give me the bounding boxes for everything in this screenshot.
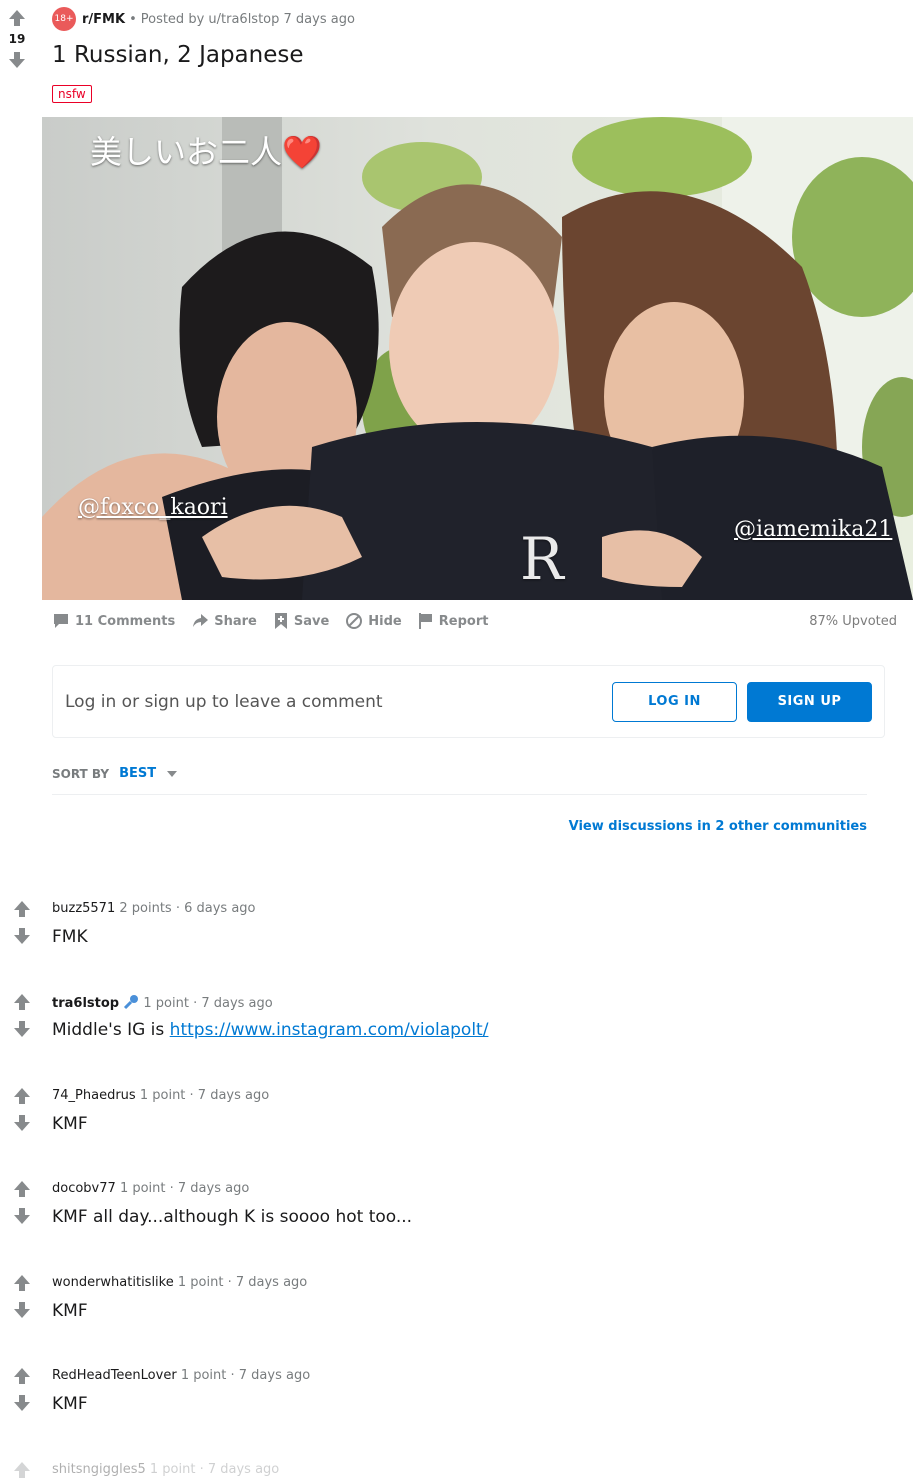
- subreddit-name[interactable]: r/FMK: [82, 12, 125, 27]
- hide-button[interactable]: Hide: [345, 612, 402, 630]
- comment-author[interactable]: tra6lstop: [52, 996, 119, 1011]
- comment-body-text: Middle's IG is: [52, 1020, 170, 1040]
- sort-control[interactable]: SORT BY BEST: [52, 766, 178, 781]
- comment-body: KMF: [52, 1394, 88, 1414]
- comment-author[interactable]: RedHeadTeenLover: [52, 1368, 177, 1383]
- comment-author[interactable]: 74_Phaedrus: [52, 1088, 136, 1103]
- comment-meta: 74_Phaedrus 1 point · 7 days ago: [52, 1088, 269, 1103]
- chevron-down-icon[interactable]: [166, 770, 178, 778]
- login-prompt-text: Log in or sign up to leave a comment: [65, 691, 383, 712]
- upvote-icon[interactable]: [12, 899, 32, 919]
- comment-points-time: 1 point · 7 days ago: [139, 1088, 270, 1103]
- hide-label: Hide: [368, 613, 402, 629]
- comment-body: KMF all day...although K is soooo hot to…: [52, 1207, 413, 1227]
- comment-points-time: 1 point · 7 days ago: [177, 1275, 308, 1290]
- share-label: Share: [214, 613, 257, 629]
- sort-value[interactable]: BEST: [119, 766, 156, 781]
- share-icon: [193, 614, 209, 627]
- comment-meta: buzz5571 2 points · 6 days ago: [52, 901, 256, 916]
- upvote-ratio: 87% Upvoted: [809, 613, 897, 629]
- comment-author[interactable]: shitsngiggles5: [52, 1462, 146, 1477]
- separator-dot: •: [129, 11, 137, 27]
- save-label: Save: [293, 613, 330, 629]
- report-button[interactable]: Report: [418, 612, 489, 630]
- downvote-icon[interactable]: [7, 50, 27, 70]
- comment-points-time: 1 point · 7 days ago: [143, 996, 273, 1011]
- upvote-icon[interactable]: [12, 1179, 32, 1199]
- comment-icon: [54, 614, 68, 628]
- report-label: Report: [438, 613, 489, 629]
- image-caption-top: 美しいお二人❤️: [90, 133, 322, 171]
- comment-meta: wonderwhatitislike 1 point · 7 days ago: [52, 1275, 307, 1290]
- comment-votes: [12, 1460, 32, 1478]
- save-button[interactable]: Save: [273, 612, 329, 630]
- downvote-icon[interactable]: [12, 1300, 32, 1320]
- downvote-icon[interactable]: [12, 1019, 32, 1039]
- comment-votes: [12, 992, 32, 1046]
- image-caption-right: @iamemika21: [734, 517, 893, 542]
- view-discussions-link[interactable]: View discussions in 2 other communities: [569, 819, 867, 834]
- image-caption-left: @foxco_kaori: [78, 495, 228, 520]
- subreddit-icon[interactable]: 18+: [52, 7, 76, 31]
- sort-label: SORT BY: [52, 766, 110, 781]
- comment-meta: docobv77 1 point · 7 days ago: [52, 1181, 249, 1196]
- post-image[interactable]: 美しいお二人❤️ @foxco_kaori @iamemika21 R: [42, 117, 913, 600]
- post-score: 19: [8, 32, 26, 46]
- comments-label: 11 Comments: [75, 613, 176, 629]
- downvote-icon[interactable]: [12, 1206, 32, 1226]
- share-button[interactable]: Share: [191, 612, 257, 630]
- comment-votes: [12, 1179, 32, 1233]
- upvote-icon[interactable]: [12, 1273, 32, 1293]
- upvote-icon[interactable]: [12, 1086, 32, 1106]
- upvote-icon[interactable]: [12, 1366, 32, 1386]
- sign-up-button[interactable]: SIGN UP: [747, 681, 872, 722]
- hide-icon: [346, 613, 363, 629]
- microphone-icon: [124, 995, 139, 1010]
- post-title[interactable]: 1 Russian, 2 Japanese: [52, 42, 304, 68]
- comments-button[interactable]: 11 Comments: [52, 612, 175, 630]
- comment-body: KMF: [52, 1301, 88, 1321]
- comment-votes: [12, 1273, 32, 1327]
- upvote-icon[interactable]: [7, 8, 27, 28]
- comment-meta: tra6lstop 1 point · 7 days ago: [52, 994, 273, 1011]
- comment-author[interactable]: wonderwhatitislike: [52, 1275, 174, 1290]
- downvote-icon[interactable]: [12, 1393, 32, 1413]
- nsfw-tag: nsfw: [52, 85, 92, 103]
- upvote-icon[interactable]: [12, 992, 32, 1012]
- posted-by: Posted by u/tra6lstop 7 days ago: [140, 11, 355, 27]
- comment-meta: shitsngiggles5 1 point · 7 days ago: [52, 1462, 279, 1477]
- downvote-icon[interactable]: [12, 1113, 32, 1133]
- comment-votes: [12, 1366, 32, 1420]
- comment-author[interactable]: buzz5571: [52, 901, 115, 916]
- comment-points-time: 1 point · 7 days ago: [180, 1368, 311, 1383]
- comment-points-time: 1 point · 7 days ago: [119, 1181, 250, 1196]
- divider: [52, 794, 867, 795]
- log-in-button[interactable]: LOG IN: [612, 681, 737, 722]
- comment-votes: [12, 1086, 32, 1140]
- comment-points-time: 2 points · 6 days ago: [119, 901, 256, 916]
- downvote-icon[interactable]: [12, 926, 32, 946]
- comment-body: FMK: [52, 927, 88, 947]
- instagram-link[interactable]: https://www.instagram.com/violapolt/: [170, 1020, 489, 1040]
- post-actions-bar: 11 Comments Share Save Hide Report 87% U…: [52, 612, 897, 630]
- comment-author[interactable]: docobv77: [52, 1181, 116, 1196]
- post-header: 18+ r/FMK • Posted by u/tra6lstop 7 days…: [52, 7, 355, 31]
- comment-body: KMF: [52, 1114, 88, 1134]
- flag-icon: [418, 613, 432, 629]
- comment-votes: [12, 899, 32, 953]
- shirt-letter: R: [520, 525, 564, 593]
- comment-body: Middle's IG is https://www.instagram.com…: [52, 1020, 488, 1040]
- post-vote-column: 19: [4, 8, 30, 70]
- comment-meta: RedHeadTeenLover 1 point · 7 days ago: [52, 1368, 310, 1383]
- upvote-icon[interactable]: [12, 1460, 32, 1478]
- comment-points-time: 1 point · 7 days ago: [149, 1462, 280, 1477]
- bookmark-icon: [274, 613, 287, 629]
- login-prompt-box: Log in or sign up to leave a comment LOG…: [52, 665, 885, 738]
